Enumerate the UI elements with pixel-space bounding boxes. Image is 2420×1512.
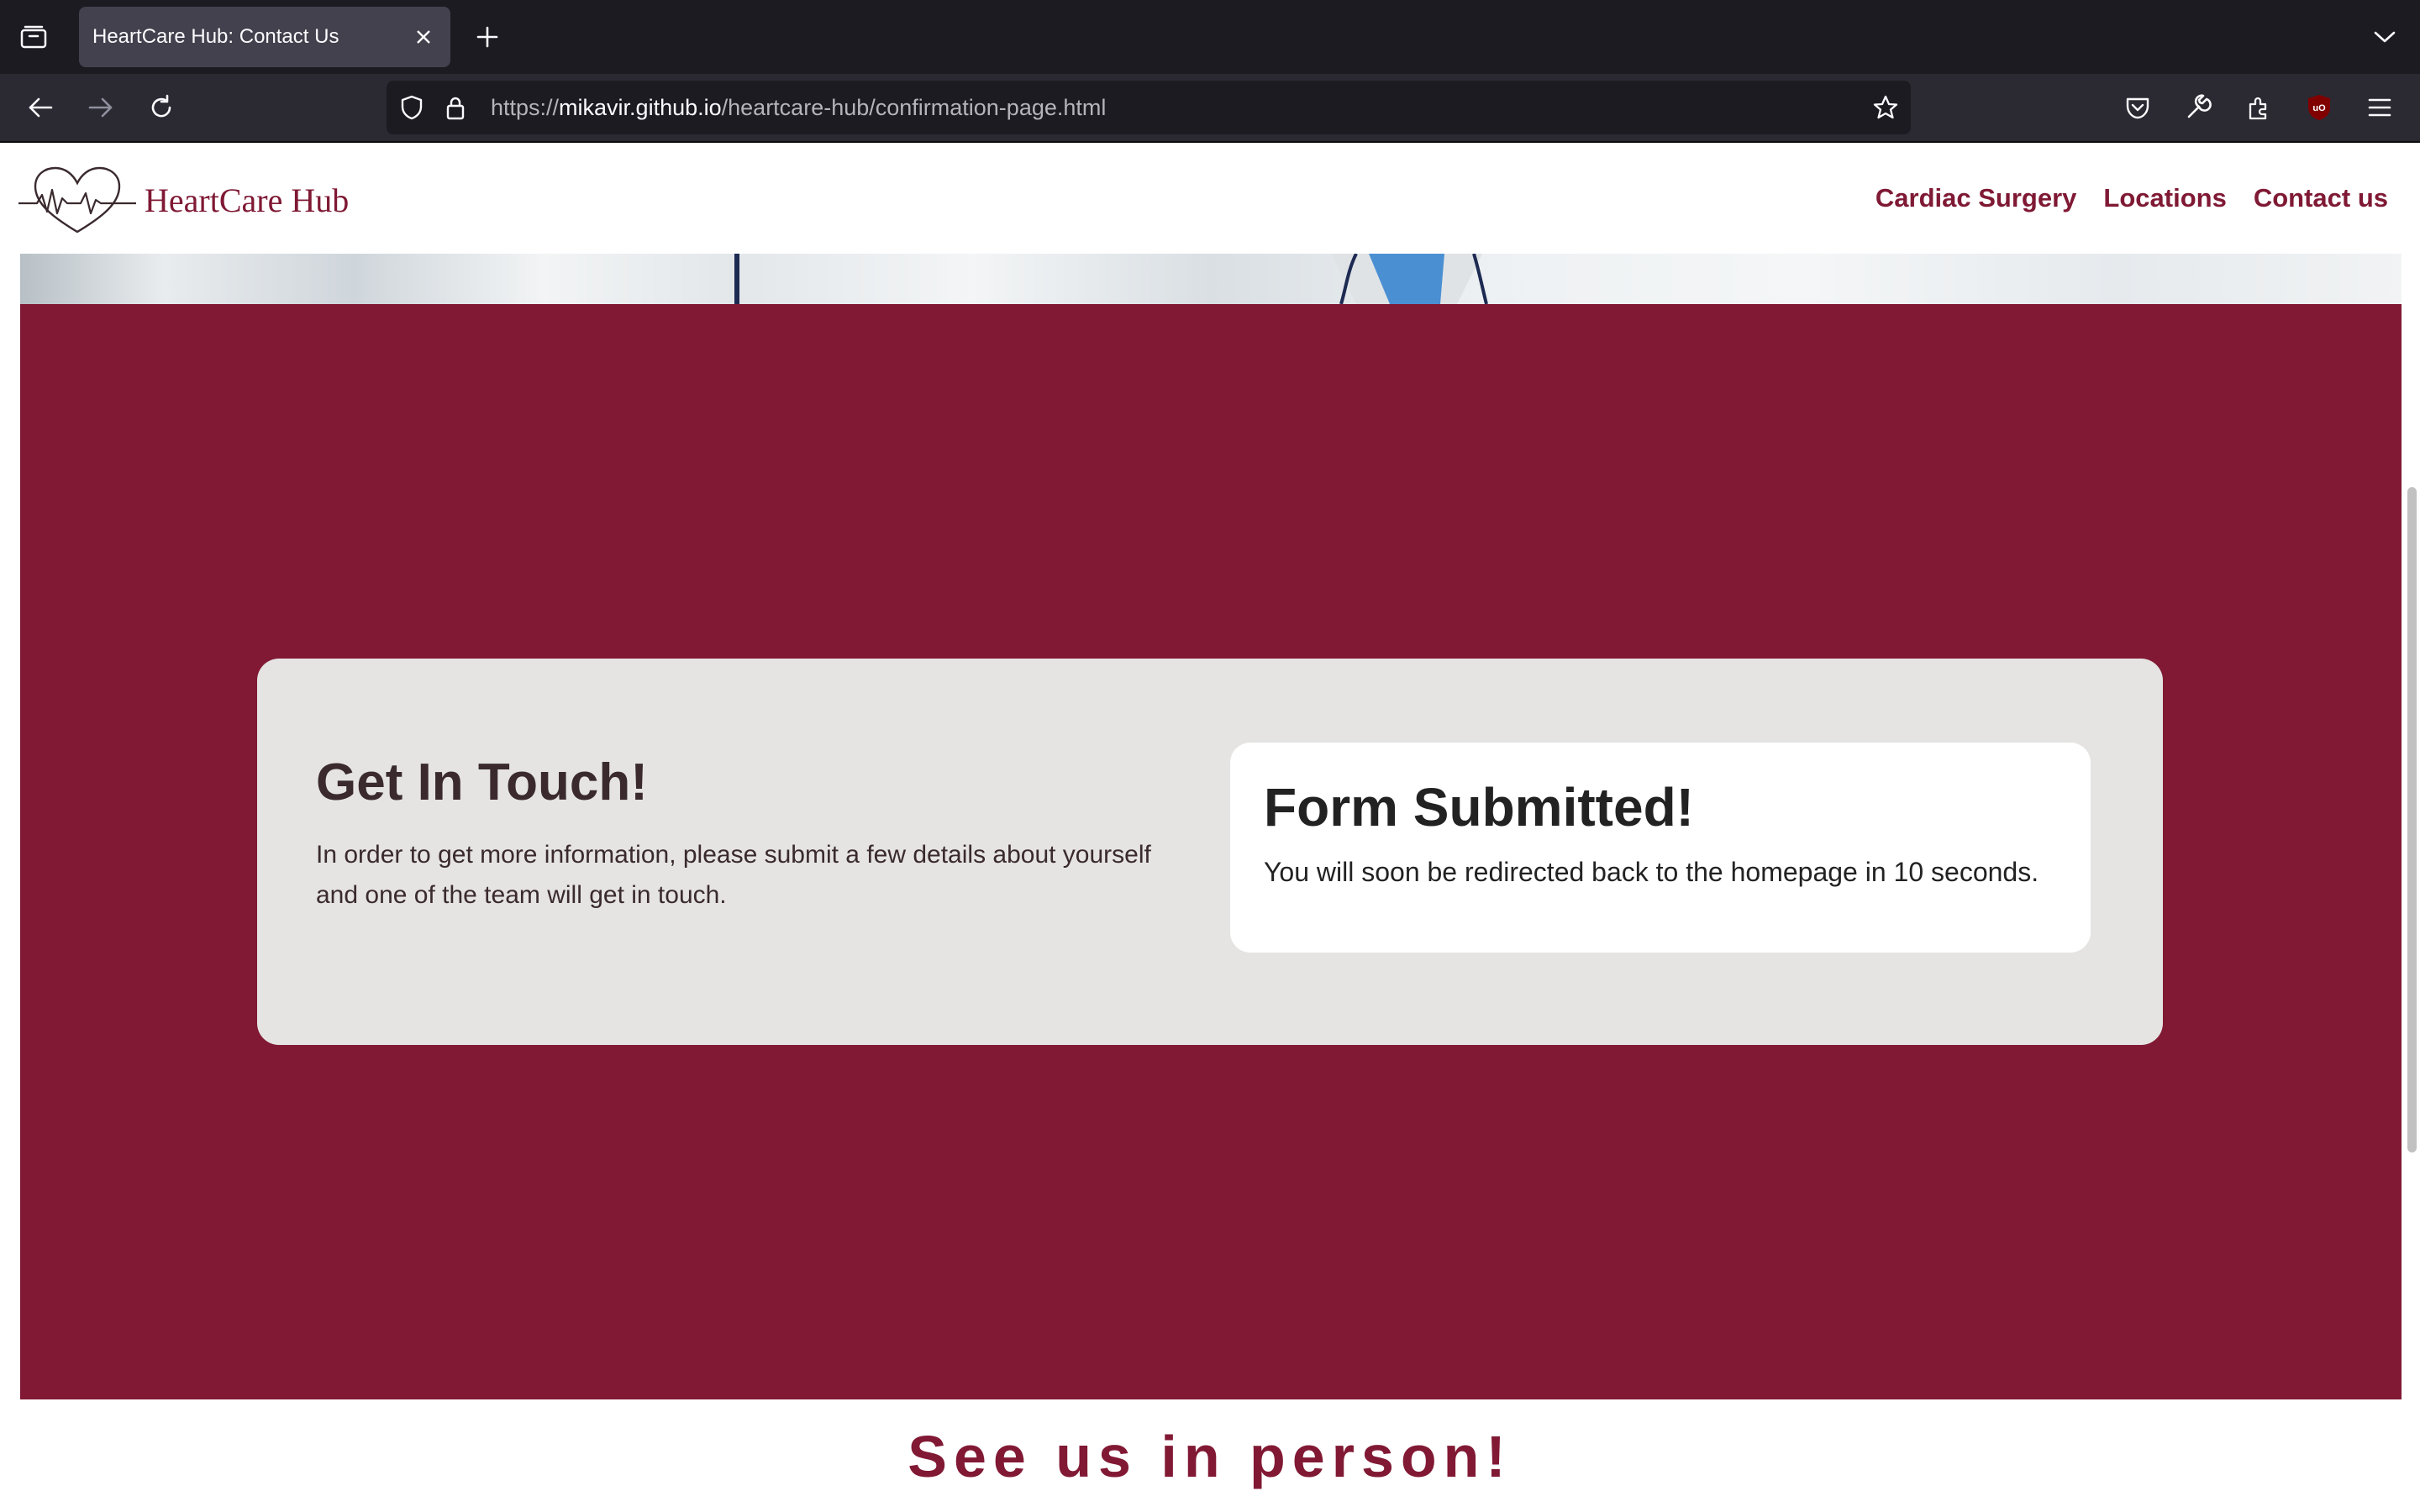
confirmation-box: Form Submitted! You will soon be redirec… <box>1230 743 2091 953</box>
hamburger-menu-icon[interactable] <box>2360 87 2400 128</box>
svg-text:uO: uO <box>2312 103 2326 113</box>
heart-pulse-logo-icon <box>18 166 136 234</box>
back-arrow-icon[interactable] <box>20 87 60 128</box>
get-in-touch-title: Get In Touch! <box>316 753 648 811</box>
site-header: HeartCare Hub Cardiac Surgery Locations … <box>0 143 2420 254</box>
hero-image <box>20 254 2402 304</box>
form-submitted-title: Form Submitted! <box>1264 777 1694 837</box>
web-page: HeartCare Hub Cardiac Surgery Locations … <box>0 143 2420 1512</box>
pocket-icon[interactable] <box>2118 87 2158 128</box>
close-tab-icon[interactable] <box>412 25 435 49</box>
url-path: /heartcare-hub/confirmation-page.html <box>721 95 1107 120</box>
extensions-puzzle-icon[interactable] <box>2238 87 2279 128</box>
reload-icon[interactable] <box>141 87 182 128</box>
url-host: mikavir.github.io <box>559 95 722 120</box>
browser-tab-bar: HeartCare Hub: Contact Us <box>0 0 2420 74</box>
address-bar[interactable]: https://mikavir.github.io/heartcare-hub/… <box>387 81 1911 134</box>
nav-link-locations[interactable]: Locations <box>2103 183 2226 213</box>
stethoscope-tube <box>734 254 739 304</box>
url-text[interactable]: https://mikavir.github.io/heartcare-hub/… <box>491 81 1106 134</box>
ublock-origin-icon[interactable]: uO <box>2299 87 2339 128</box>
wrench-icon[interactable] <box>2178 87 2218 128</box>
nav-link-cardiac-surgery[interactable]: Cardiac Surgery <box>1876 183 2077 213</box>
tab-title: HeartCare Hub: Contact Us <box>92 25 339 48</box>
site-logo[interactable]: HeartCare Hub <box>18 163 349 237</box>
contact-card: Get In Touch! In order to get more infor… <box>257 659 2163 1045</box>
logo-text: HeartCare Hub <box>145 181 350 219</box>
site-nav: Cardiac Surgery Locations Contact us <box>1849 143 2388 254</box>
scrollbar-thumb[interactable] <box>2407 487 2417 1152</box>
tab-overview-icon[interactable] <box>15 22 52 52</box>
chevron-down-icon[interactable] <box>2368 20 2402 54</box>
see-us-in-person-heading: See us in person! <box>908 1424 1512 1489</box>
nav-link-contact-us[interactable]: Contact us <box>2254 183 2388 213</box>
get-in-touch-description: In order to get more information, please… <box>316 841 1151 909</box>
new-tab-icon[interactable] <box>471 20 504 54</box>
doctor-photo <box>1331 254 1488 304</box>
redirect-message: You will soon be redirected back to the … <box>1264 857 2039 887</box>
shield-icon[interactable] <box>398 94 425 121</box>
forward-arrow-icon[interactable] <box>81 87 121 128</box>
browser-navigation-bar: https://mikavir.github.io/heartcare-hub/… <box>0 74 2420 141</box>
lock-icon[interactable] <box>442 94 469 121</box>
browser-tab-active[interactable]: HeartCare Hub: Contact Us <box>79 7 450 67</box>
url-prefix: https:// <box>491 95 560 120</box>
bookmark-star-icon[interactable] <box>1872 94 1899 121</box>
contact-section: Get In Touch! In order to get more infor… <box>20 304 2402 1399</box>
